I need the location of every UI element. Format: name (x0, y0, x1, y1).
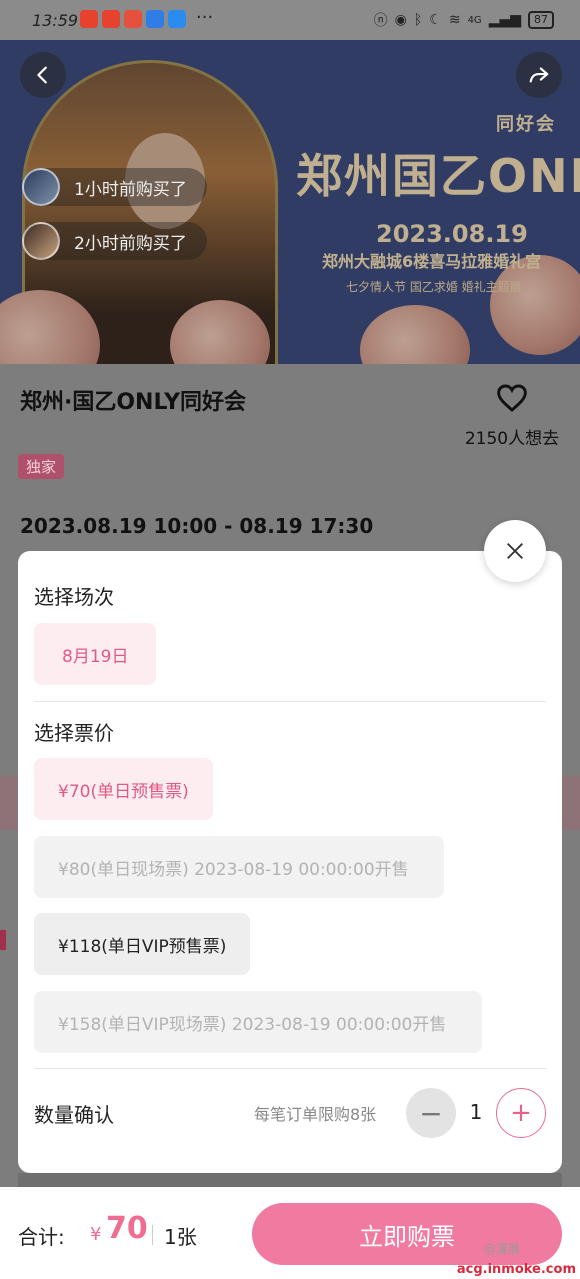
weibo-icon (102, 10, 120, 28)
system-icons: ⓝ ◉ ᛒ ☾ ≋ 4G ▂▄▆ 87 (374, 10, 554, 30)
chevron-left-icon (37, 66, 47, 84)
moon-icon: ☾ (429, 12, 442, 28)
session-option-selected[interactable]: 8月19日 (34, 623, 157, 685)
total-price: 70 (106, 1211, 148, 1246)
ticket-count: 1张 (164, 1225, 197, 1249)
session-section-title: 选择场次 (34, 585, 114, 609)
quantity-value: 1 (469, 1100, 483, 1124)
price-section-title: 选择票价 (34, 721, 114, 745)
avatar (22, 168, 60, 206)
divider (34, 1068, 546, 1069)
separator (152, 1225, 153, 1245)
app-icon (168, 10, 186, 28)
status-time: 13:59 (32, 11, 79, 30)
share-icon (529, 67, 549, 83)
decrease-quantity-button[interactable]: − (406, 1088, 456, 1138)
battery-icon: 87 (528, 11, 554, 29)
increase-quantity-button[interactable]: + (496, 1088, 546, 1138)
app-icon (124, 10, 142, 28)
nfc-icon: ⓝ (373, 13, 388, 29)
heart-icon (497, 384, 527, 412)
status-bar: 13:59 ··· ⓝ ◉ ᛒ ☾ ≋ 4G ▂▄▆ 87 (0, 0, 580, 40)
ticket-selection-sheet: 选择场次 8月19日 选择票价 ¥70(单日预售票) ¥80(单日现场票) 20… (18, 551, 562, 1173)
more-notifications-icon: ··· (196, 7, 214, 28)
watermark-small: @漫展 (483, 1242, 520, 1256)
recent-buyer-text: 1小时前购买了 (74, 179, 187, 200)
watermark: acg.inmoke.com (456, 1262, 576, 1277)
ticket-option-selected[interactable]: ¥70(单日预售票) (34, 758, 213, 820)
close-sheet-button[interactable] (484, 520, 546, 582)
total-label: 合计: (18, 1225, 65, 1249)
eye-icon: ◉ (394, 12, 407, 28)
weibo-icon (80, 10, 98, 28)
notification-icons (80, 10, 186, 28)
wifi-icon: ≋ (448, 12, 461, 28)
event-title: 郑州·国乙ONLY同好会 (20, 390, 246, 415)
recent-buyer-bubble: 1小时前购买了 (22, 168, 207, 206)
close-icon (507, 543, 523, 559)
exclusive-tag: 独家 (18, 454, 65, 479)
ticket-option-disabled: ¥80(单日现场票) 2023-08-19 00:00:00开售 (34, 836, 444, 898)
back-button[interactable] (20, 52, 66, 98)
app-icon (146, 10, 164, 28)
recent-buyer-bubble: 2小时前购买了 (22, 222, 207, 260)
recent-buyer-text: 2小时前购买了 (74, 233, 187, 254)
want-to-go-button[interactable]: 2150人想去 (462, 382, 562, 449)
hero-banner: 郑州国乙ONLY 同好会 2023.08.19 郑州大融城6楼喜马拉雅婚礼宫 七… (0, 40, 580, 364)
currency-symbol: ¥ (90, 1224, 102, 1245)
divider (34, 701, 546, 702)
share-button[interactable] (516, 52, 562, 98)
ticket-option-disabled: ¥158(单日VIP现场票) 2023-08-19 00:00:00开售 (34, 991, 482, 1053)
purchase-limit-text: 每笔订单限购8张 (254, 1105, 377, 1124)
bluetooth-icon: ᛒ (413, 12, 423, 28)
avatar (22, 222, 60, 260)
event-datetime: 2023.08.19 10:00 - 08.19 17:30 (20, 514, 374, 538)
ticket-option[interactable]: ¥118(单日VIP预售票) (34, 913, 251, 975)
signal-icon: ▂▄▆ (488, 12, 521, 28)
quantity-label: 数量确认 (34, 1103, 114, 1127)
want-count: 2150人想去 (464, 429, 560, 449)
bottom-purchase-bar: 合计: ¥ 70 1张 立即购票 @漫展 acg.inmoke.com (0, 1187, 580, 1279)
network-label: 4G (467, 14, 482, 26)
